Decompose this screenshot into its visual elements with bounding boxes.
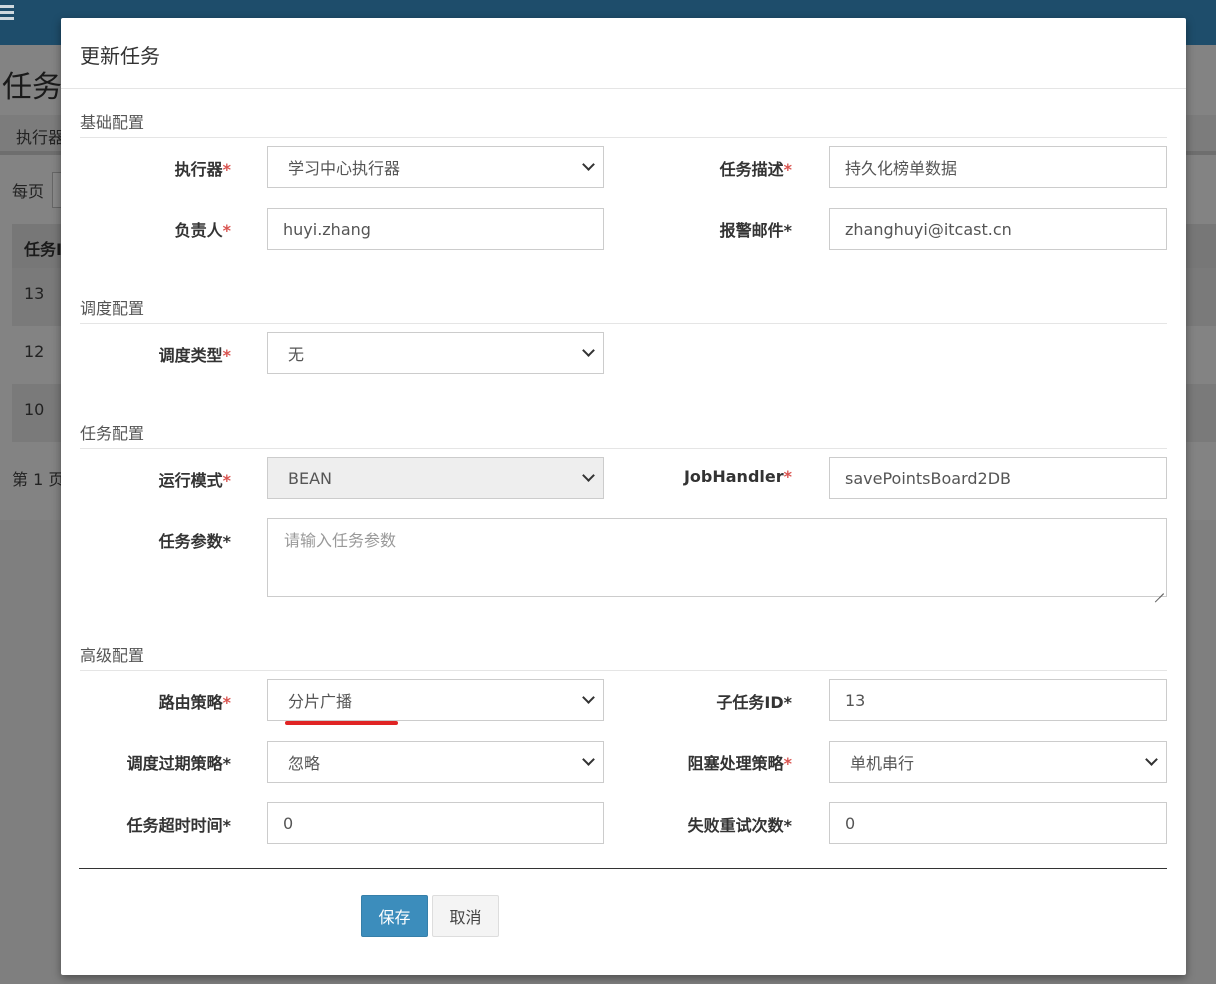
task-desc-value: 持久化榜单数据 <box>845 159 958 178</box>
chevron-down-icon <box>582 469 595 482</box>
job-handler-input[interactable]: savePointsBoard2DB <box>829 457 1167 499</box>
section-advanced-config: 高级配置 <box>80 642 1167 671</box>
red-underline-annotation <box>285 721 398 725</box>
section-schedule-config: 调度配置 <box>80 295 1167 324</box>
task-param-placeholder: 请输入任务参数 <box>284 531 397 550</box>
alarm-email-input[interactable]: zhanghuyi@itcast.cn <box>829 208 1167 250</box>
misfire-strategy-value: 忽略 <box>288 754 321 773</box>
page-title: 任务 <box>2 70 62 105</box>
task-id-cell: 10 <box>24 400 45 419</box>
alarm-email-value: zhanghuyi@itcast.cn <box>845 219 1012 239</box>
owner-label: 负责人* <box>174 221 231 240</box>
update-task-dialog: 更新任务 基础配置 执行器* 学习中心执行器 任务描述* 持久化榜单数据 负责人… <box>61 18 1186 975</box>
dialog-header: 更新任务 <box>61 18 1186 89</box>
section-basic-config: 基础配置 <box>80 109 1167 138</box>
owner-value: huyi.zhang <box>283 219 371 239</box>
cancel-button[interactable]: 取消 <box>432 895 499 937</box>
task-param-label: 任务参数* <box>158 532 231 551</box>
misfire-strategy-select[interactable]: 忽略 <box>267 741 604 783</box>
route-strategy-select[interactable]: 分片广播 <box>267 679 604 721</box>
child-job-id-label: 子任务ID* <box>716 693 792 712</box>
run-mode-value: BEAN <box>288 468 332 488</box>
retry-count-input[interactable]: 0 <box>829 802 1167 844</box>
run-mode-select[interactable]: BEAN <box>267 457 604 499</box>
block-strategy-select[interactable]: 单机串行 <box>829 741 1167 783</box>
task-id-cell: 13 <box>24 284 45 303</box>
alarm-email-label: 报警邮件* <box>719 221 792 240</box>
schedule-type-label: 调度类型* <box>158 346 231 365</box>
dialog-title: 更新任务 <box>80 44 160 68</box>
run-mode-label: 运行模式* <box>158 471 231 490</box>
pagination-info: 第 1 页 <box>12 470 65 489</box>
executor-select[interactable]: 学习中心执行器 <box>267 146 604 188</box>
executor-label: 执行器* <box>174 160 231 179</box>
chevron-down-icon <box>1145 753 1158 766</box>
timeout-value: 0 <box>283 813 294 833</box>
save-button[interactable]: 保存 <box>361 895 428 937</box>
timeout-label: 任务超时时间* <box>126 816 231 835</box>
task-id-cell: 12 <box>24 342 45 361</box>
schedule-type-value: 无 <box>288 345 305 364</box>
job-handler-value: savePointsBoard2DB <box>845 468 1012 488</box>
route-strategy-label: 路由策略* <box>158 693 231 712</box>
chevron-down-icon <box>582 691 595 704</box>
child-job-id-input[interactable]: 13 <box>829 679 1167 721</box>
filter-executor-label: 执行器 <box>16 128 65 147</box>
resize-handle-icon[interactable] <box>1155 585 1164 594</box>
executor-select-value: 学习中心执行器 <box>288 159 401 178</box>
form-divider <box>79 868 1167 869</box>
child-job-id-value: 13 <box>845 690 866 710</box>
menu-toggle-icon[interactable] <box>0 2 16 22</box>
chevron-down-icon <box>582 753 595 766</box>
task-desc-input[interactable]: 持久化榜单数据 <box>829 146 1167 188</box>
task-desc-label: 任务描述* <box>719 160 792 179</box>
task-param-textarea[interactable]: 请输入任务参数 <box>267 518 1167 597</box>
timeout-input[interactable]: 0 <box>267 802 604 844</box>
chevron-down-icon <box>582 344 595 357</box>
block-strategy-label: 阻塞处理策略* <box>687 754 792 773</box>
misfire-strategy-label: 调度过期策略* <box>126 754 231 773</box>
retry-count-label: 失败重试次数* <box>687 816 792 835</box>
chevron-down-icon <box>582 158 595 171</box>
job-handler-label: JobHandler* <box>683 467 792 486</box>
retry-count-value: 0 <box>845 813 856 833</box>
per-page-label: 每页 <box>12 182 45 201</box>
schedule-type-select[interactable]: 无 <box>267 332 604 374</box>
owner-input[interactable]: huyi.zhang <box>267 208 604 250</box>
block-strategy-value: 单机串行 <box>850 754 915 773</box>
route-strategy-value: 分片广播 <box>288 692 353 711</box>
column-header-task-id: 任务I <box>24 240 62 259</box>
section-task-config: 任务配置 <box>80 420 1167 449</box>
